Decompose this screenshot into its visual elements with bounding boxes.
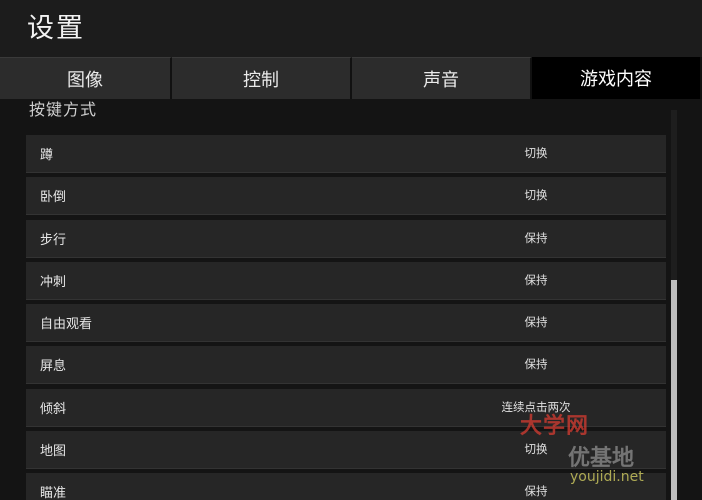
setting-value[interactable]: 保持 [486,272,586,288]
setting-label: 屏息 [40,359,67,375]
setting-row-crouch[interactable]: 蹲 切换 [26,135,666,173]
setting-label: 瞄准 [40,486,67,500]
tab-bar: 图像 控制 声音 游戏内容 [0,57,702,99]
setting-value[interactable]: 切换 [486,145,586,161]
watermark-text: 优基地 [568,446,635,471]
page-title: 设置 [27,13,85,44]
setting-value[interactable]: 保持 [486,230,586,246]
tab-audio[interactable]: 声音 [352,57,532,99]
setting-label: 自由观看 [40,317,93,332]
title-bar: 设置 [0,0,702,57]
tab-gameplay[interactable]: 游戏内容 [532,57,702,99]
setting-value[interactable]: 保持 [486,356,586,372]
watermark-url: youjidi.net [570,469,644,485]
setting-row-prone[interactable]: 卧倒 切换 [26,177,666,216]
setting-label: 冲刺 [40,274,67,290]
tab-graphics[interactable]: 图像 [0,57,172,99]
setting-row-hold-breath[interactable]: 屏息 保持 [26,346,666,385]
setting-value[interactable]: 保持 [486,483,586,499]
tab-controls[interactable]: 控制 [172,57,352,99]
setting-label: 卧倒 [40,190,67,206]
setting-label: 蹲 [40,148,54,163]
setting-value[interactable]: 切换 [486,187,586,203]
setting-value[interactable]: 保持 [486,314,586,330]
setting-label: 步行 [40,232,67,248]
setting-row-freelook[interactable]: 自由观看 保持 [26,304,666,342]
section-label: 按键方式 [29,100,98,119]
setting-row-sprint[interactable]: 冲刺 保持 [26,261,666,300]
setting-label: 地图 [40,443,67,459]
setting-row-walk[interactable]: 步行 保持 [26,219,666,258]
watermark-text: 大学网 [520,414,590,439]
scrollbar-thumb[interactable] [671,280,677,500]
setting-label: 倾斜 [40,401,67,417]
